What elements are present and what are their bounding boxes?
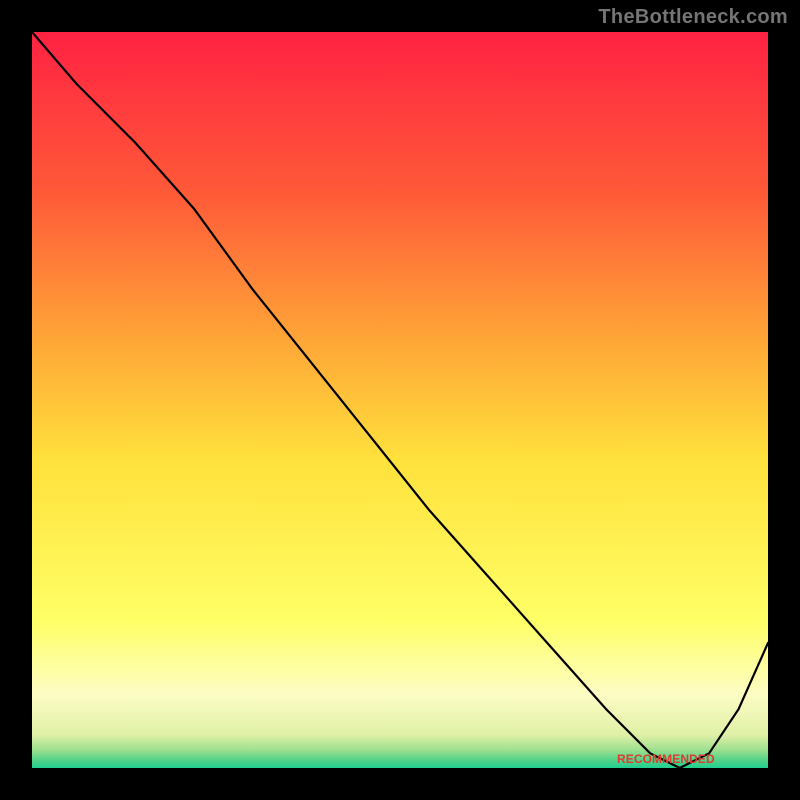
chart-svg [32, 32, 768, 768]
chart-frame: TheBottleneck.com RECOMMENDED [0, 0, 800, 800]
plot-area: RECOMMENDED [32, 32, 768, 768]
chart-background [32, 32, 768, 768]
watermark: TheBottleneck.com [598, 6, 788, 29]
recommended-annotation: RECOMMENDED [617, 752, 715, 766]
